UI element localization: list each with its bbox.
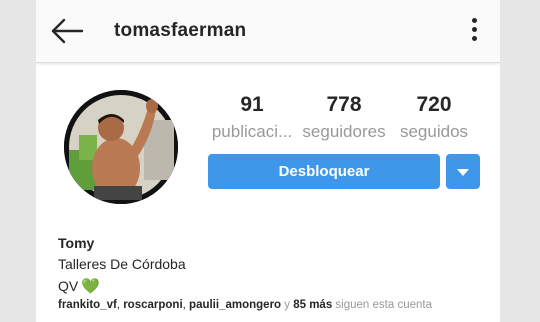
following-count: 720 <box>416 93 452 116</box>
more-vertical-icon-dot <box>472 27 477 32</box>
posts-label: publicaci... <box>211 122 293 141</box>
suggestions-dropdown-button[interactable] <box>446 154 480 189</box>
caret-down-icon <box>457 169 469 176</box>
followed-by[interactable]: frankito_vf, roscarponi, paulii_amongero… <box>58 299 432 311</box>
posts-stat[interactable]: 91 publicaci... <box>206 93 298 143</box>
avatar-photo <box>64 90 178 204</box>
more-vertical-icon-dot <box>472 36 477 41</box>
follower-link[interactable]: paulii_amongero <box>189 299 281 311</box>
profile-screen: tomasfaerman 91 publicaci... 778 seguido… <box>36 0 500 322</box>
followed-by-suffix: siguen esta cuenta <box>332 299 432 311</box>
arrow-left-icon <box>51 18 84 44</box>
green-heart-icon: 💚 <box>81 278 100 295</box>
followers-stat[interactable]: 778 seguidores <box>298 93 390 143</box>
bio-line-1: Talleres De Córdoba <box>58 256 186 272</box>
more-vertical-icon <box>472 18 477 23</box>
separator: , <box>116 299 120 311</box>
avatar[interactable] <box>64 90 178 204</box>
following-label: seguidos <box>399 122 469 141</box>
bio-line-2: QV 💚 <box>58 277 100 295</box>
top-bar: tomasfaerman <box>36 0 500 63</box>
more-followers-link[interactable]: 85 más <box>293 299 332 311</box>
follower-link[interactable]: frankito_vf <box>58 299 117 311</box>
bio-name: Tomy <box>58 235 95 251</box>
and-text: y <box>281 299 294 311</box>
following-stat[interactable]: 720 seguidos <box>392 93 476 143</box>
followers-count: 778 <box>326 93 362 116</box>
separator: , <box>182 299 186 311</box>
bio-line-2-text: QV <box>58 278 79 294</box>
profile-username: tomasfaerman <box>114 20 247 41</box>
posts-count: 91 <box>240 93 264 116</box>
more-options-button[interactable] <box>464 16 486 44</box>
unblock-button[interactable]: Desbloquear <box>208 154 440 189</box>
follower-link[interactable]: roscarponi <box>123 299 182 311</box>
followers-label: seguidores <box>302 122 386 141</box>
back-button[interactable] <box>50 16 84 46</box>
